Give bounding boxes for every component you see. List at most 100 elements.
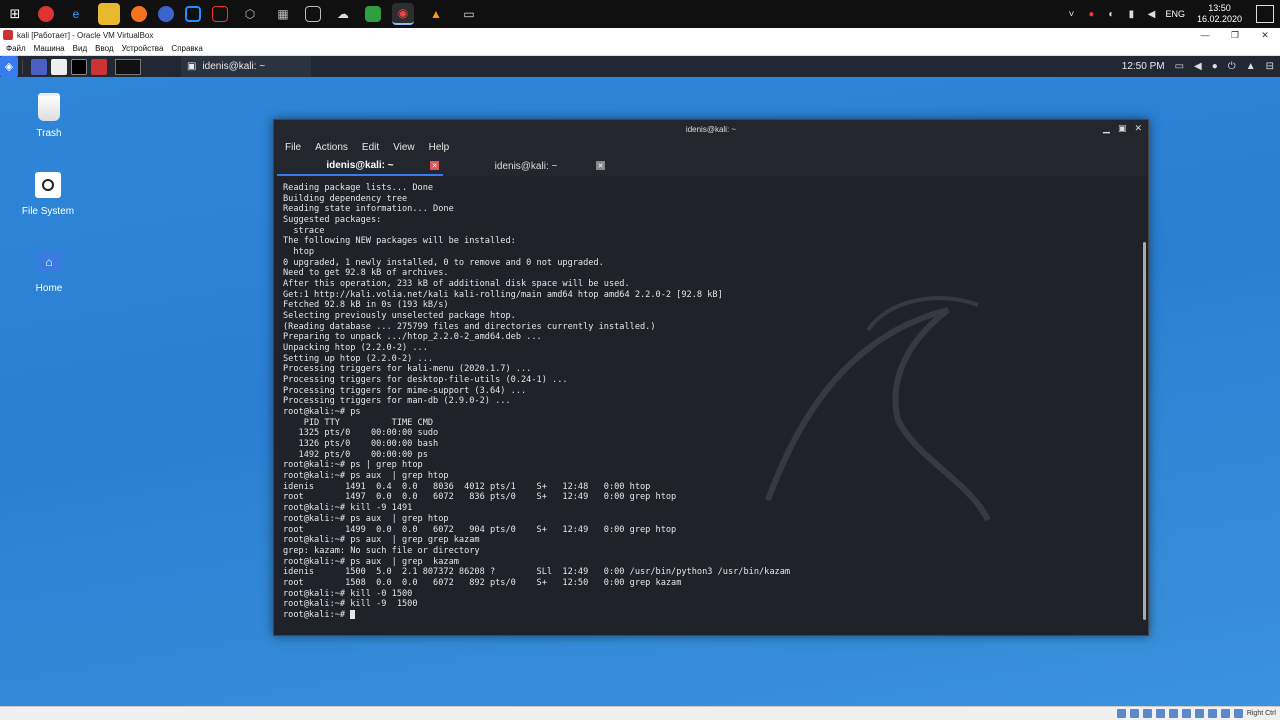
tab-close-icon[interactable]: ✕: [596, 161, 605, 170]
maximize-icon[interactable]: ▣: [1118, 123, 1127, 134]
desktop-icon-filesystem[interactable]: File System: [8, 170, 88, 217]
terminal-tab-2[interactable]: idenis@kali: ~ ✕: [443, 156, 609, 176]
vb-menu-help[interactable]: Справка: [171, 44, 202, 53]
browser-launcher-icon[interactable]: [91, 58, 107, 75]
virtualbox-title: kali [Работает] - Oracle VM VirtualBox: [17, 30, 154, 40]
opera-icon[interactable]: [38, 6, 54, 22]
language-indicator[interactable]: ENG: [1165, 9, 1185, 19]
vb-menu-input[interactable]: Ввод: [95, 44, 113, 53]
app-icon[interactable]: ☁: [332, 3, 354, 25]
network-icon[interactable]: ▮: [1125, 8, 1137, 20]
tab-close-icon[interactable]: ✕: [430, 161, 439, 170]
display-icon[interactable]: ▭: [1175, 61, 1184, 72]
status-device-icon[interactable]: [1155, 709, 1165, 718]
terminal-output[interactable]: Reading package lists... Done Building de…: [274, 178, 1140, 635]
terminal-line: root 1499 0.0 0.0 6072 904 pts/0 S+ 12:4…: [283, 524, 677, 535]
app-icon[interactable]: [185, 6, 201, 22]
terminal-line: 1325 pts/0 00:00:00 sudo: [283, 428, 439, 439]
vlc-icon[interactable]: ▲: [425, 3, 447, 25]
status-device-icon[interactable]: [1233, 709, 1243, 718]
desktop-icon-label: Trash: [36, 128, 62, 139]
virtualbox-menubar: Файл Машина Вид Ввод Устройства Справка: [0, 42, 1280, 56]
vb-menu-machine[interactable]: Машина: [34, 44, 65, 53]
terminal-line: grep: kazam: No such file or directory: [283, 545, 480, 556]
speaker-icon[interactable]: ◀: [1145, 8, 1157, 20]
windows-start-icon[interactable]: ⊞: [0, 0, 30, 28]
close-icon[interactable]: ✕: [1134, 123, 1142, 134]
host-app-list: e ⬡ ▦ ☁ ◉ ▲ ▭: [38, 3, 480, 25]
host-time: 13:50: [1208, 3, 1231, 13]
terminal-line: root@kali:~# kill -9 1491: [283, 503, 413, 514]
taskbar-window-terminal[interactable]: ▣ idenis@kali: ~: [181, 56, 311, 77]
vb-menu-devices[interactable]: Устройства: [122, 44, 164, 53]
desktop-icon-label: Home: [35, 283, 63, 294]
menu-file[interactable]: File: [285, 142, 301, 153]
volume-icon[interactable]: ◀: [1194, 61, 1202, 72]
chevron-up-icon[interactable]: ˅: [1065, 8, 1077, 20]
app-icon[interactable]: ▦: [272, 3, 294, 25]
explorer-icon[interactable]: [98, 3, 120, 25]
kali-panel-tray: 12:50 PM ▭ ◀ ● ⏻ ▲ ⊟: [1122, 56, 1280, 77]
status-device-icon[interactable]: [1168, 709, 1178, 718]
minimize-icon[interactable]: —: [1190, 28, 1220, 42]
status-device-icon[interactable]: [1194, 709, 1204, 718]
app-icon[interactable]: [305, 6, 321, 22]
firefox-icon[interactable]: [131, 6, 147, 22]
terminal-launcher-icon[interactable]: [71, 58, 87, 75]
terminal-titlebar[interactable]: idenis@kali: ~ ▁ ▣ ✕: [274, 120, 1148, 138]
excel-icon[interactable]: [365, 6, 381, 22]
menu-view[interactable]: View: [393, 142, 415, 153]
maximize-icon[interactable]: ❐: [1220, 28, 1250, 42]
app-icon[interactable]: [158, 6, 174, 22]
lock-icon[interactable]: ▲: [1246, 61, 1256, 72]
terminal-title: idenis@kali: ~: [685, 124, 737, 134]
terminal-scrollbar[interactable]: [1143, 242, 1146, 620]
terminal-line: The following NEW packages will be insta…: [283, 236, 516, 247]
status-device-icon[interactable]: [1116, 709, 1126, 718]
terminal-line: Get:1 http://kali.volia.net/kali kali-ro…: [283, 289, 723, 300]
terminal-line: Unpacking htop (2.2.0-2) ...: [283, 343, 428, 354]
workspace-switcher[interactable]: [115, 58, 141, 75]
app-tray-icon[interactable]: ◐: [1105, 8, 1117, 20]
desktop-icon-trash[interactable]: Trash: [9, 92, 89, 139]
notifications-bell-icon[interactable]: ●: [1212, 61, 1218, 72]
terminal-app-icon[interactable]: [212, 6, 228, 22]
file-manager-icon[interactable]: [51, 58, 67, 75]
status-device-icon[interactable]: [1207, 709, 1217, 718]
record-icon[interactable]: ●: [1085, 8, 1097, 20]
terminal-line: root@kali:~# ps aux | grep htop: [283, 471, 449, 482]
edge-icon[interactable]: e: [65, 3, 87, 25]
desktop-icon-home[interactable]: ⌂ Home: [9, 247, 89, 294]
menu-help[interactable]: Help: [429, 142, 450, 153]
task-title: idenis@kali: ~: [202, 61, 266, 72]
close-icon[interactable]: ✕: [1250, 28, 1280, 42]
host-clock[interactable]: 13:50 16.02.2020: [1197, 3, 1242, 25]
kali-menu-icon[interactable]: ◈: [0, 56, 18, 77]
vb-menu-file[interactable]: Файл: [6, 44, 26, 53]
menu-actions[interactable]: Actions: [315, 142, 348, 153]
home-folder-icon: ⌂: [34, 247, 64, 277]
menu-edit[interactable]: Edit: [362, 142, 379, 153]
logout-icon[interactable]: ⊟: [1266, 61, 1274, 72]
status-device-icon[interactable]: [1181, 709, 1191, 718]
kazam-icon[interactable]: ◉: [392, 3, 414, 25]
power-icon[interactable]: ⏻: [1228, 61, 1236, 72]
terminal-line: PID TTY TIME CMD: [283, 417, 434, 428]
kali-top-panel: ◈ ▣ idenis@kali: ~ 12:50 PM ▭ ◀ ● ⏻ ▲ ⊟: [0, 56, 1280, 77]
host-taskbar: ⊞ e ⬡ ▦ ☁ ◉ ▲ ▭ ˅ ● ◐ ▮ ◀ ENG 13:50 16.0…: [0, 0, 1280, 28]
show-desktop-icon[interactable]: [31, 58, 47, 75]
status-device-icon[interactable]: [1129, 709, 1139, 718]
notification-icon[interactable]: [1256, 5, 1274, 23]
kali-clock[interactable]: 12:50 PM: [1122, 61, 1165, 72]
terminal-line: htop: [283, 247, 315, 258]
minimize-icon[interactable]: ▁: [1103, 123, 1110, 134]
status-device-icon[interactable]: [1142, 709, 1152, 718]
vb-menu-view[interactable]: Вид: [73, 44, 87, 53]
terminal-line: Selecting previously unselected package …: [283, 311, 516, 322]
status-device-icon[interactable]: [1220, 709, 1230, 718]
virtualbox-icon[interactable]: ⬡: [239, 3, 261, 25]
terminal-line: root@kali:~# ps aux | grep kazam: [283, 556, 459, 567]
terminal-tab-1[interactable]: idenis@kali: ~ ✕: [277, 156, 443, 176]
terminal-line: root@kali:~# ps aux | grep htop: [283, 513, 449, 524]
app-icon[interactable]: ▭: [458, 3, 480, 25]
